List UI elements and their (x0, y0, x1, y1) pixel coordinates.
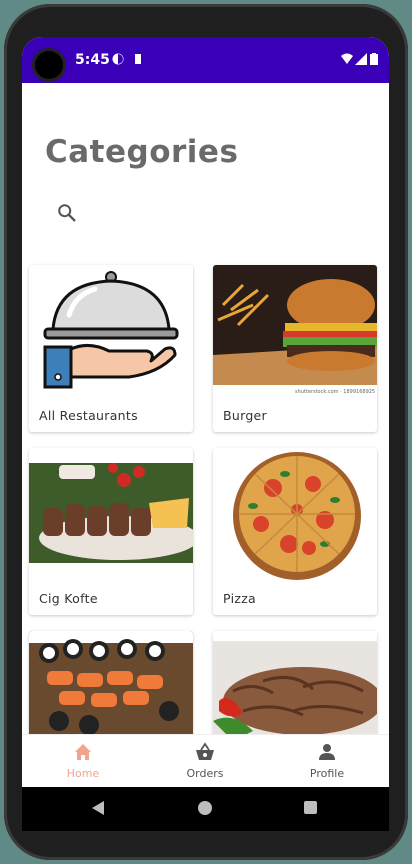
person-icon (319, 744, 335, 760)
sd-card-icon (135, 54, 141, 64)
status-bar: 5:45 (22, 37, 389, 83)
category-card-burger[interactable]: shutterstock.com · 1899168925 Burger (213, 265, 377, 432)
svg-text:shutterstock.com · 1899168925: shutterstock.com · 1899168925 (295, 389, 375, 395)
home-icon (75, 744, 91, 760)
page-title: Categories (45, 134, 239, 170)
nav-item-orders[interactable]: Orders (144, 735, 266, 787)
pizza-photo (213, 448, 377, 583)
nav-item-profile[interactable]: Profile (266, 735, 388, 787)
category-card-pizza[interactable]: Pizza (213, 448, 377, 615)
front-camera (35, 51, 63, 79)
category-card-cig-kofte[interactable]: Cig Kofte (29, 448, 193, 615)
category-label: Pizza (223, 591, 257, 606)
cig-kofte-photo (29, 448, 193, 583)
serving-cloche-icon (29, 265, 193, 400)
category-card-all-restaurants[interactable]: All Restaurants (29, 265, 193, 432)
battery-icon (370, 53, 378, 65)
back-icon[interactable] (92, 801, 106, 815)
category-label: Cig Kofte (39, 591, 98, 606)
basket-icon (196, 742, 214, 760)
search-icon[interactable] (56, 202, 78, 224)
nav-label-home: Home (66, 767, 100, 780)
status-time: 5:45 (75, 52, 110, 68)
signal-icon (355, 53, 367, 65)
app-screen: 5:45 Categories All Restaurants shutters… (22, 37, 389, 787)
category-label: Burger (223, 408, 267, 423)
system-navigation-bar (22, 787, 389, 831)
nav-item-home[interactable]: Home (22, 735, 144, 787)
bottom-navigation: Home Orders Profile (22, 734, 389, 787)
wifi-icon (341, 53, 353, 64)
sync-icon (112, 53, 124, 65)
nav-label-profile: Profile (309, 767, 345, 780)
nav-label-orders: Orders (186, 767, 224, 780)
category-label: All Restaurants (39, 408, 138, 423)
recent-apps-icon[interactable] (304, 801, 317, 814)
burger-photo: shutterstock.com · 1899168925 (213, 265, 377, 395)
home-button-icon[interactable] (198, 801, 212, 815)
